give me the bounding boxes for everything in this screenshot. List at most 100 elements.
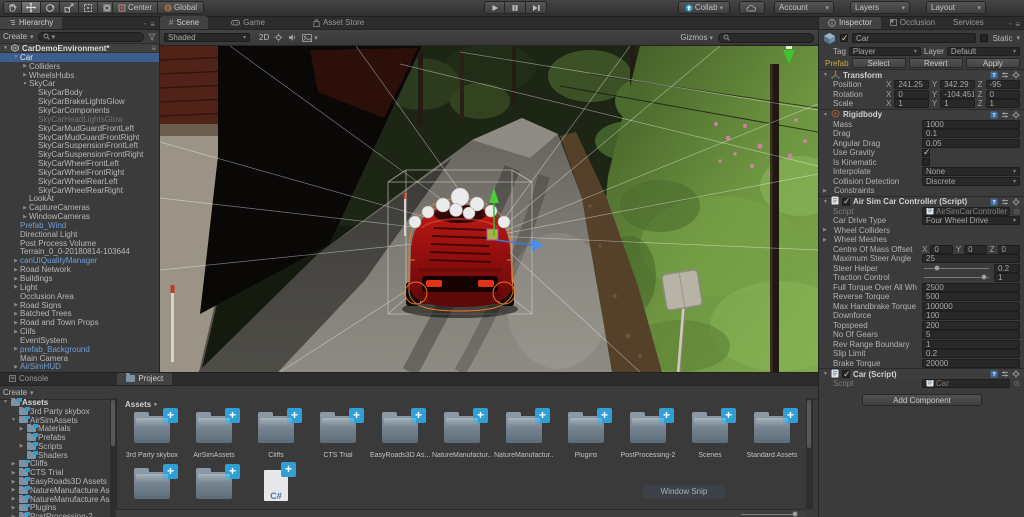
- foldout-arrow-icon[interactable]: ▼: [823, 199, 828, 205]
- property-dropdown[interactable]: None▾: [922, 167, 1020, 176]
- scene-lighting-icon[interactable]: [274, 33, 283, 42]
- static-dropdown-icon[interactable]: ▾: [1016, 34, 1020, 42]
- prefab-revert-button[interactable]: Revert: [909, 58, 963, 68]
- foldout-arrow-icon[interactable]: ▼: [823, 371, 828, 377]
- hierarchy-item[interactable]: ▶prefab_Background: [0, 345, 159, 354]
- foldout-arrow-icon[interactable]: ▶: [21, 72, 29, 78]
- asset-item[interactable]: +NatureManufactur...: [493, 410, 555, 466]
- object-picker-icon[interactable]: ⊙: [1013, 379, 1020, 388]
- gear-icon[interactable]: [1012, 71, 1020, 79]
- hierarchy-item[interactable]: SkyCarMudGuardFrontLeft: [0, 124, 159, 133]
- foldout-arrow-icon[interactable]: ▶: [823, 188, 831, 194]
- foldout-arrow-icon[interactable]: ▶: [21, 205, 29, 211]
- rotate-tool-icon[interactable]: [41, 1, 60, 14]
- account-dropdown[interactable]: Account▾: [774, 1, 834, 14]
- foldout-arrow-icon[interactable]: ▶: [12, 267, 20, 273]
- vector-field[interactable]: 241.25: [894, 80, 928, 89]
- cloud-button[interactable]: [739, 1, 765, 14]
- asset-item[interactable]: +PostProcessing-2: [617, 410, 679, 466]
- hierarchy-create-button[interactable]: Create▾: [3, 32, 34, 41]
- foldout-arrow-icon[interactable]: ▶: [12, 276, 20, 282]
- property-slider[interactable]: [924, 277, 989, 278]
- asset-item[interactable]: +EasyRoads3D As...: [369, 410, 431, 466]
- asset-item[interactable]: +AirSimAssets: [183, 410, 245, 466]
- foldout-arrow-icon[interactable]: ▶: [10, 505, 17, 511]
- scene-fx-dropdown[interactable]: ▾: [302, 34, 318, 42]
- hierarchy-item[interactable]: ▼Car: [0, 53, 159, 62]
- lock-icon[interactable]: ◦: [144, 21, 146, 28]
- lock-icon[interactable]: ◦: [1009, 21, 1011, 28]
- foldout-arrow-icon[interactable]: ▼: [21, 81, 29, 87]
- hierarchy-item[interactable]: SkyCarSuspensionFrontRight: [0, 150, 159, 159]
- foldout-arrow-icon[interactable]: ▶: [823, 227, 831, 233]
- hierarchy-item[interactable]: SkyCarHeadLightsGlow: [0, 115, 159, 124]
- foldout-arrow-icon[interactable]: ▶: [12, 284, 20, 290]
- preset-icon[interactable]: [1001, 370, 1009, 378]
- space-toggle-button[interactable]: Global: [158, 1, 204, 14]
- vector-field[interactable]: 0: [894, 90, 928, 99]
- component-header[interactable]: ▼Rigidbody?: [819, 109, 1024, 120]
- value-field[interactable]: 25: [922, 254, 1020, 263]
- hierarchy-item[interactable]: LookAt: [0, 195, 159, 204]
- foldout-arrow-icon[interactable]: ▶: [10, 479, 17, 485]
- asset-item[interactable]: +CTS Trial: [307, 410, 369, 466]
- hierarchy-item[interactable]: EventSystem: [0, 336, 159, 345]
- vector-field[interactable]: 1: [986, 99, 1020, 108]
- static-checkbox[interactable]: [980, 34, 988, 42]
- hierarchy-item[interactable]: ▶Road Network: [0, 265, 159, 274]
- hierarchy-item[interactable]: SkyCarMudGuardFrontRight: [0, 133, 159, 142]
- scene-search-input[interactable]: [718, 33, 814, 43]
- prefab-select-button[interactable]: Select: [852, 58, 906, 68]
- foldout-arrow-icon[interactable]: ▶: [21, 214, 29, 220]
- property-checkbox[interactable]: [922, 158, 930, 166]
- asset-item[interactable]: +Plugins: [555, 410, 617, 466]
- foldout-arrow-icon[interactable]: ▶: [10, 496, 17, 502]
- foldout-arrow-icon[interactable]: ▼: [823, 112, 828, 118]
- breadcrumb-assets[interactable]: Assets: [125, 400, 151, 409]
- value-field[interactable]: 0.1: [922, 129, 1020, 138]
- hierarchy-item[interactable]: Occlusion Area: [0, 292, 159, 301]
- hierarchy-item[interactable]: ▶Road Signs: [0, 301, 159, 310]
- hierarchy-item[interactable]: ▶CaptureCameras: [0, 203, 159, 212]
- gizmos-dropdown[interactable]: Gizmos▾: [680, 33, 713, 42]
- tab-game[interactable]: Game: [222, 16, 274, 29]
- project-tree-item[interactable]: ▶PostProcessing-2: [0, 512, 110, 517]
- asset-item[interactable]: +NatureManufactur...: [431, 410, 493, 466]
- project-tree-item[interactable]: ▶Scripts: [0, 442, 110, 451]
- value-field[interactable]: 200: [922, 321, 1020, 330]
- active-checkbox[interactable]: [840, 34, 848, 42]
- slider-knob[interactable]: [981, 274, 987, 280]
- foldout-arrow-icon[interactable]: ▶: [12, 311, 20, 317]
- component-header[interactable]: ▼Air Sim Car Controller (Script)?: [819, 196, 1024, 207]
- preset-icon[interactable]: [1001, 71, 1009, 79]
- hierarchy-search-input[interactable]: ▾: [38, 32, 144, 42]
- hierarchy-item[interactable]: ▶Road and Town Props: [0, 318, 159, 327]
- preset-icon[interactable]: [1001, 111, 1009, 119]
- script-reference-field[interactable]: Car: [922, 379, 1010, 388]
- foldout-arrow-icon[interactable]: ▶: [10, 470, 17, 476]
- scene-row-menu-icon[interactable]: ≡: [151, 44, 156, 53]
- project-tree-item[interactable]: ▶NatureManufacture Assets F: [0, 495, 110, 504]
- foldout-arrow-icon[interactable]: ▶: [12, 346, 20, 352]
- gear-icon[interactable]: [1012, 111, 1020, 119]
- project-create-button[interactable]: Create▾: [3, 388, 34, 397]
- hierarchy-item[interactable]: Main Camera: [0, 354, 159, 363]
- component-enabled-checkbox[interactable]: [842, 370, 850, 378]
- hierarchy-item[interactable]: ▶Light: [0, 283, 159, 292]
- hand-tool-icon[interactable]: [3, 1, 22, 14]
- gear-icon[interactable]: [1012, 370, 1020, 378]
- tab-occlusion[interactable]: Occlusion: [881, 17, 944, 29]
- add-component-button[interactable]: Add Component: [862, 394, 982, 406]
- hierarchy-item[interactable]: SkyCarWheelRearRight: [0, 186, 159, 195]
- foldout-arrow-icon[interactable]: ▶: [823, 237, 831, 243]
- foldout-arrow-icon[interactable]: ▼: [823, 72, 828, 78]
- vector-field[interactable]: 0: [964, 245, 986, 254]
- component-header[interactable]: ▼Transform?: [819, 69, 1024, 80]
- property-slider[interactable]: [924, 268, 989, 269]
- project-tree-item[interactable]: ▶NatureManufacture Assets -: [0, 486, 110, 495]
- project-tree-item[interactable]: ▼AirSimAssets: [0, 416, 110, 425]
- pause-button[interactable]: [505, 1, 526, 14]
- asset-item[interactable]: +Cliffs: [245, 410, 307, 466]
- foldout-arrow-icon[interactable]: ▼: [12, 54, 20, 60]
- foldout-arrow-icon[interactable]: ▼: [10, 417, 17, 423]
